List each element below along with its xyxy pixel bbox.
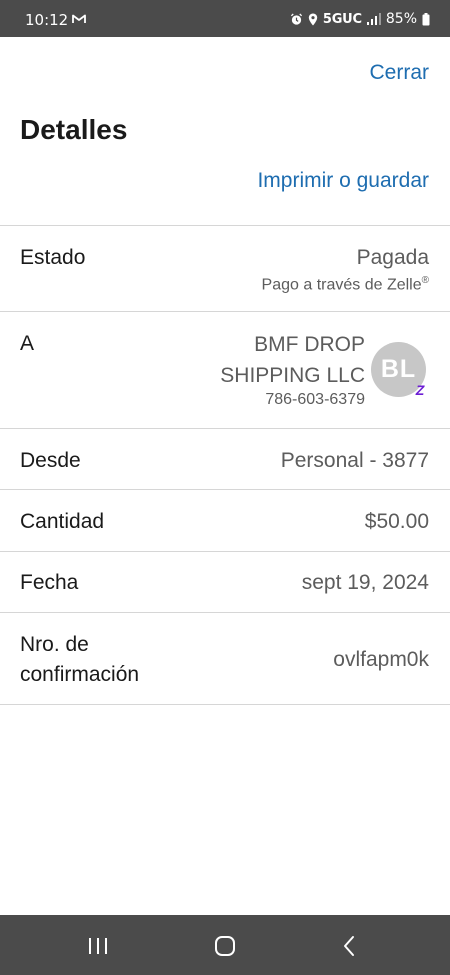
- alarm-icon: [290, 12, 302, 25]
- divider: [0, 704, 450, 705]
- avatar-initials: BL: [380, 355, 417, 383]
- recipient-label: A: [20, 332, 35, 355]
- confirmation-label-line-2: confirmación: [20, 663, 140, 686]
- date-label: Fecha: [20, 571, 79, 594]
- status-bar: 10:12 5GUC 85%: [0, 0, 450, 37]
- confirmation-label: Nro. de confirmación: [20, 630, 139, 690]
- payment-method-text: Pago a través de Zelle: [261, 276, 422, 294]
- battery-percent: 85%: [385, 11, 417, 27]
- status-value: Pagada: [356, 246, 429, 269]
- close-button[interactable]: Cerrar: [369, 61, 429, 85]
- divider: [0, 428, 450, 429]
- amount-value: $50.00: [364, 510, 429, 533]
- back-icon[interactable]: [338, 935, 362, 957]
- divider: [0, 311, 450, 312]
- status-indicators: 5GUC 85%: [290, 11, 430, 27]
- signal-icon: [366, 13, 381, 25]
- recent-apps-icon[interactable]: [86, 935, 110, 957]
- recipient-phone: 786-603-6379: [265, 391, 365, 408]
- home-icon[interactable]: [213, 935, 237, 957]
- from-label: Desde: [20, 449, 81, 472]
- status-time: 10:12: [25, 11, 69, 29]
- divider: [0, 551, 450, 552]
- date-value: sept 19, 2024: [301, 571, 429, 594]
- from-value: Personal - 3877: [280, 449, 429, 472]
- status-label: Estado: [20, 246, 86, 269]
- recipient-name: BMF DROP SHIPPING LLC: [220, 329, 365, 391]
- registered-mark: ®: [421, 275, 429, 286]
- network-type: 5GUC: [322, 11, 362, 27]
- zelle-icon: Z: [415, 382, 425, 398]
- system-nav-bar: [0, 915, 450, 975]
- print-or-save-button[interactable]: Imprimir o guardar: [257, 169, 429, 193]
- amount-label: Cantidad: [20, 510, 105, 533]
- confirmation-value: ovlfapm0k: [333, 648, 429, 671]
- payment-method: Pago a través de Zelle®: [262, 275, 429, 294]
- divider: [0, 489, 450, 490]
- divider: [0, 612, 450, 613]
- location-icon: [308, 12, 318, 26]
- recipient-name-line-1: BMF DROP: [254, 333, 365, 356]
- recipient-name-line-2: SHIPPING LLC: [220, 364, 365, 387]
- gmail-icon: [72, 14, 86, 23]
- confirmation-label-line-1: Nro. de: [20, 633, 89, 656]
- page-title: Detalles: [20, 114, 128, 145]
- divider: [0, 225, 450, 226]
- battery-icon: [422, 12, 430, 25]
